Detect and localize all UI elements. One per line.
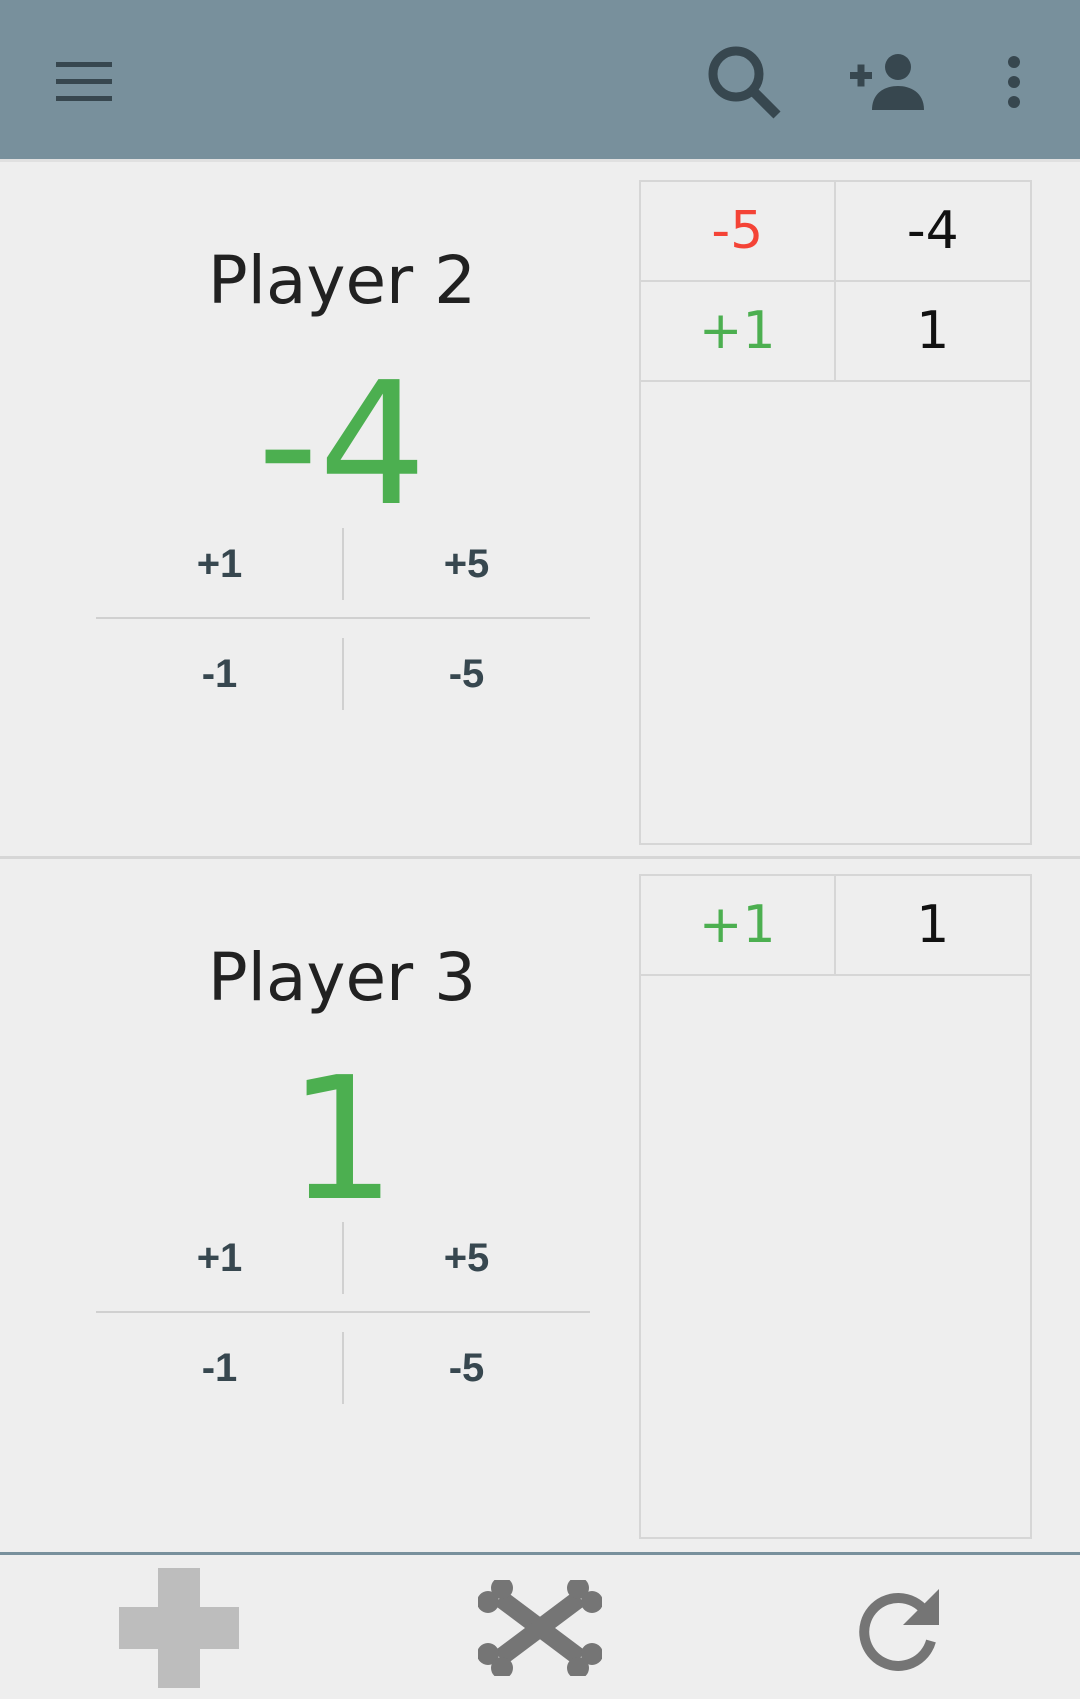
more-options-button[interactable] xyxy=(966,34,1062,130)
divider xyxy=(342,638,344,710)
divider xyxy=(342,1332,344,1404)
crossbones-icon xyxy=(478,1580,602,1676)
add-person-icon xyxy=(850,54,924,110)
minus-5-button[interactable]: -5 xyxy=(343,619,590,729)
delete-players-button[interactable] xyxy=(470,1563,610,1693)
score-buttons: +1 +5 -1 -5 xyxy=(96,1203,590,1423)
menu-button[interactable] xyxy=(36,34,132,130)
divider xyxy=(342,528,344,600)
add-icon xyxy=(119,1568,239,1688)
more-vertical-icon xyxy=(1008,56,1020,108)
player-score: 1 xyxy=(287,1041,397,1239)
divider xyxy=(96,617,590,619)
plus-5-button[interactable]: +5 xyxy=(343,1203,590,1313)
bottom-action-bar xyxy=(0,1552,1080,1699)
plus-5-button[interactable]: +5 xyxy=(343,509,590,619)
history-delta: +1 xyxy=(641,282,836,380)
player-panel: Player 2 -4 +1 +5 -1 -5 -5 -4 +1 1 xyxy=(0,162,1080,859)
divider xyxy=(96,1311,590,1313)
menu-icon xyxy=(56,62,112,101)
add-player-button[interactable] xyxy=(840,34,936,130)
add-player-action-button[interactable] xyxy=(109,1563,249,1693)
refresh-icon xyxy=(859,1589,939,1671)
minus-1-button[interactable]: -1 xyxy=(96,619,343,729)
history-row: +1 1 xyxy=(641,876,1030,976)
player-name[interactable]: Player 2 xyxy=(0,242,684,319)
app-toolbar xyxy=(0,0,1080,162)
history-delta: -5 xyxy=(641,182,836,280)
reset-scores-button[interactable] xyxy=(830,1563,970,1693)
history-total: 1 xyxy=(916,301,950,361)
minus-1-button[interactable]: -1 xyxy=(96,1313,343,1423)
history-row: +1 1 xyxy=(641,282,1030,382)
search-icon xyxy=(708,46,781,119)
plus-1-button[interactable]: +1 xyxy=(96,509,343,619)
player-panel: Player 3 1 +1 +5 -1 -5 +1 1 xyxy=(0,859,1080,1552)
plus-1-button[interactable]: +1 xyxy=(96,1203,343,1313)
search-button[interactable] xyxy=(696,34,792,130)
history-total: 1 xyxy=(916,895,950,955)
minus-5-button[interactable]: -5 xyxy=(343,1313,590,1423)
player-score: -4 xyxy=(257,346,427,544)
history-delta: +1 xyxy=(641,876,836,974)
score-history: -5 -4 +1 1 xyxy=(639,180,1032,845)
player-name[interactable]: Player 3 xyxy=(0,939,684,1016)
history-row: -5 -4 xyxy=(641,182,1030,282)
divider xyxy=(342,1222,344,1294)
score-history: +1 1 xyxy=(639,874,1032,1539)
history-total: -4 xyxy=(906,201,959,261)
score-buttons: +1 +5 -1 -5 xyxy=(96,509,590,729)
